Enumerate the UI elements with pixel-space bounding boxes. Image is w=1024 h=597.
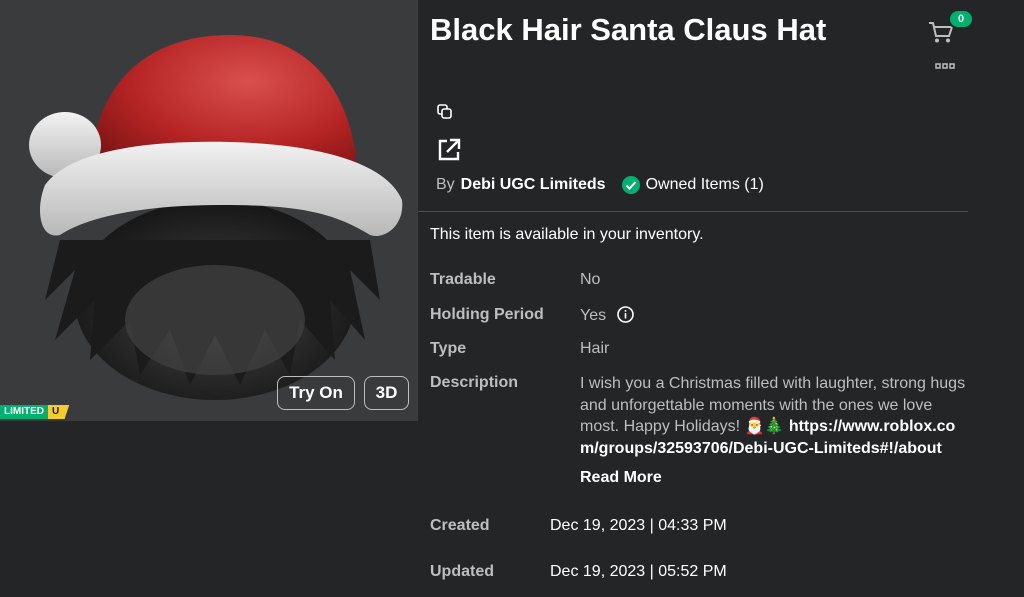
by-label: By: [436, 176, 455, 193]
try-on-button[interactable]: Try On: [277, 376, 355, 410]
holding-period-value-row: Yes: [580, 306, 634, 325]
share-icon[interactable]: [436, 137, 462, 163]
divider: [418, 211, 968, 212]
updated-label: Updated: [430, 563, 494, 580]
description-label: Description: [430, 374, 519, 391]
updated-value: Dec 19, 2023 | 05:52 PM: [550, 563, 727, 580]
description-text: I wish you a Christmas filled with laugh…: [580, 373, 970, 467]
item-title: Black Hair Santa Claus Hat: [430, 12, 827, 47]
hat-render-image: [29, 35, 403, 400]
type-label: Type: [430, 340, 467, 357]
check-circle-icon: [621, 176, 640, 194]
type-value: Hair: [580, 340, 610, 357]
copy-icon[interactable]: [436, 103, 454, 121]
holding-period-value: Yes: [580, 307, 607, 324]
view-3d-button[interactable]: 3D: [364, 376, 409, 410]
read-more-button[interactable]: Read More: [580, 469, 662, 487]
creator-link[interactable]: Debi UGC Limiteds: [461, 176, 606, 194]
info-icon[interactable]: [616, 306, 634, 323]
cart-count-badge: 0: [948, 9, 974, 29]
creator-byline: By Debi UGC Limiteds Owned Items (1): [436, 176, 764, 194]
availability-text: This item is available in your inventory…: [430, 226, 704, 243]
holding-period-label: Holding Period: [430, 306, 544, 323]
tradable-value: No: [580, 271, 601, 288]
limited-badge: LIMITED U: [0, 405, 70, 419]
more-options-icon[interactable]: [935, 62, 955, 70]
item-thumbnail[interactable]: Try On 3D LIMITED U: [0, 0, 418, 421]
limited-label: LIMITED: [0, 405, 48, 419]
created-label: Created: [430, 517, 490, 534]
created-value: Dec 19, 2023 | 04:33 PM: [550, 517, 727, 534]
item-details-page: Try On 3D LIMITED U Black Hair Santa Cla…: [0, 0, 1024, 597]
unique-label: U: [48, 405, 70, 419]
owned-items-link[interactable]: Owned Items (1): [646, 176, 764, 194]
tradable-label: Tradable: [430, 271, 496, 288]
